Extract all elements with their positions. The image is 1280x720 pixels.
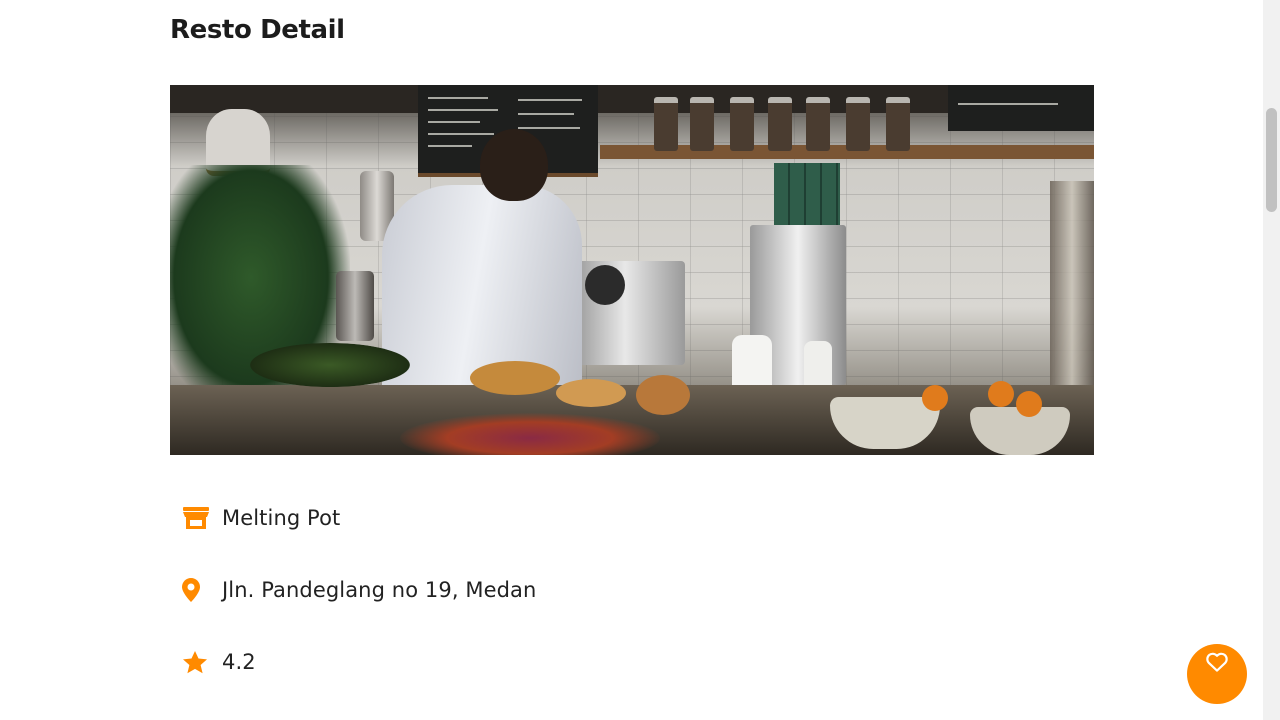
restaurant-rating: 4.2 bbox=[222, 650, 256, 674]
restaurant-address: Jln. Pandeglang no 19, Medan bbox=[222, 578, 537, 602]
pastry bbox=[556, 379, 626, 407]
restaurant-address-row: Jln. Pandeglang no 19, Medan bbox=[170, 570, 870, 610]
jar bbox=[846, 97, 870, 151]
glass-case bbox=[1050, 181, 1094, 411]
jar bbox=[768, 97, 792, 151]
heart-outline-icon bbox=[1206, 652, 1228, 675]
orange bbox=[988, 381, 1014, 407]
orange bbox=[1016, 391, 1042, 417]
espresso-machine bbox=[565, 261, 685, 365]
restaurant-rating-row: 4.2 bbox=[170, 642, 870, 682]
salad-dish bbox=[250, 343, 410, 387]
jar bbox=[690, 97, 714, 151]
espresso-machine-gauge bbox=[585, 265, 625, 305]
barista-head bbox=[480, 129, 548, 201]
star-icon bbox=[170, 642, 222, 682]
orange bbox=[922, 385, 948, 411]
pastry bbox=[470, 361, 560, 395]
salad-bowl bbox=[400, 413, 660, 455]
jar bbox=[730, 97, 754, 151]
scrollbar-thumb[interactable] bbox=[1266, 108, 1277, 212]
page-scrollbar[interactable] bbox=[1263, 0, 1280, 720]
jar bbox=[654, 97, 678, 151]
coffee-grinder bbox=[336, 271, 374, 341]
resto-detail-page: Resto Detail Melting Pot Jln. Pandeglang… bbox=[0, 0, 1263, 720]
pastry bbox=[636, 375, 690, 415]
porridge-chalkboard bbox=[948, 85, 1094, 131]
store-icon bbox=[170, 498, 222, 538]
restaurant-name-row: Melting Pot bbox=[170, 498, 870, 538]
restaurant-image bbox=[170, 85, 1094, 455]
restaurant-name: Melting Pot bbox=[222, 506, 341, 530]
cup-stacks bbox=[774, 163, 840, 227]
page-title: Resto Detail bbox=[170, 15, 345, 45]
favorite-button[interactable] bbox=[1187, 644, 1247, 704]
jar bbox=[886, 97, 910, 151]
jar bbox=[806, 97, 830, 151]
browser-viewport: Resto Detail Melting Pot Jln. Pandeglang… bbox=[0, 0, 1280, 720]
map-pin-icon bbox=[170, 570, 222, 610]
